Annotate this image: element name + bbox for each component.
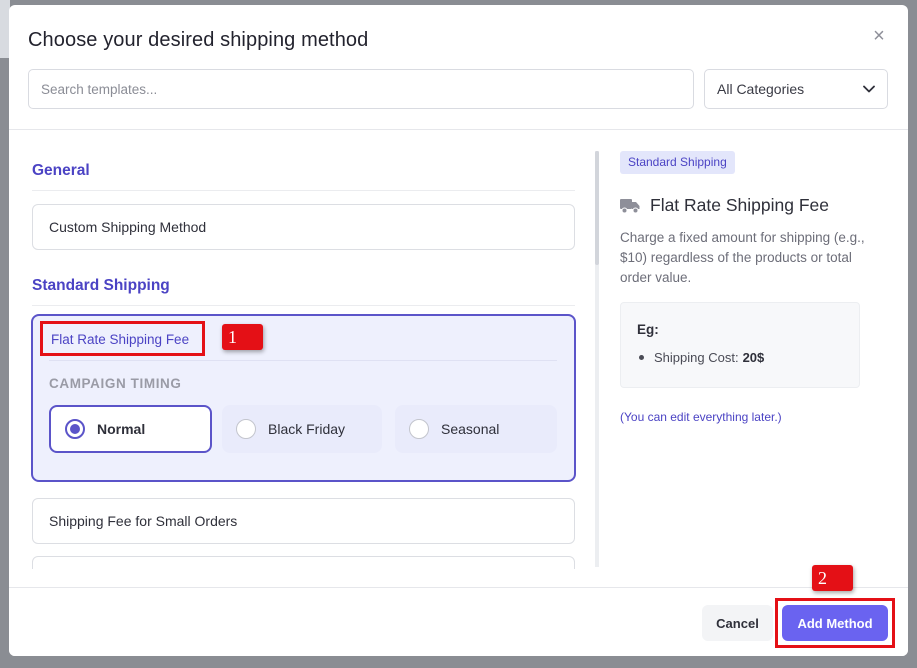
template-list[interactable]: General Custom Shipping Method Standard …	[9, 131, 601, 569]
option-label: Shipping Fee for Small Orders	[49, 513, 238, 529]
radio-checked-icon	[65, 419, 85, 439]
annotation-badge-1: 1	[222, 324, 263, 350]
example-box: Eg: Shipping Cost: 20$	[620, 302, 860, 388]
radio-unchecked-icon	[236, 419, 256, 439]
option-custom-shipping-method[interactable]: Custom Shipping Method	[32, 204, 575, 250]
scrollbar-thumb[interactable]	[595, 151, 599, 265]
section-title-general: General	[32, 162, 90, 179]
truck-icon	[620, 198, 640, 214]
campaign-timing-label: CAMPAIGN TIMING	[49, 376, 182, 391]
add-method-button[interactable]: Add Method	[782, 605, 888, 641]
modal-title: Choose your desired shipping method	[28, 29, 369, 51]
detail-title: Flat Rate Shipping Fee	[650, 195, 829, 215]
example-label: Eg:	[637, 322, 659, 337]
search-input[interactable]	[28, 69, 694, 109]
detail-description: Charge a fixed amount for shipping (e.g.…	[620, 230, 865, 285]
option-label: Custom Shipping Method	[49, 219, 207, 235]
option-shipping-fee-small-orders[interactable]: Shipping Fee for Small Orders	[32, 498, 575, 544]
timing-option-seasonal[interactable]: Seasonal	[395, 405, 557, 453]
shipping-method-modal: Choose your desired shipping method × Al…	[9, 5, 908, 656]
modal-header: Choose your desired shipping method × Al…	[9, 5, 908, 130]
template-details: Standard Shipping Flat Rate Shipping Fee…	[601, 131, 908, 569]
timing-option-black-friday[interactable]: Black Friday	[222, 405, 382, 453]
section-divider	[32, 305, 575, 306]
close-icon[interactable]: ×	[868, 25, 890, 47]
chevron-down-icon	[863, 85, 875, 93]
example-item: Shipping Cost: 20$	[639, 350, 764, 365]
card-divider	[49, 360, 557, 361]
category-tag: Standard Shipping	[620, 151, 735, 174]
category-select-value: All Categories	[717, 81, 805, 97]
category-select[interactable]: All Categories	[704, 69, 888, 109]
example-item-value: 20$	[742, 350, 765, 365]
edit-note: (You can edit everything later.)	[620, 410, 782, 424]
annotation-badge-2: 2	[812, 565, 853, 591]
section-divider	[32, 190, 575, 191]
timing-option-label: Seasonal	[441, 421, 500, 437]
option-card-partial[interactable]	[32, 556, 575, 569]
modal-footer: 2 Cancel Add Method	[9, 565, 908, 656]
timing-option-normal[interactable]: Normal	[49, 405, 212, 453]
timing-option-label: Normal	[97, 421, 146, 437]
example-item-label: Shipping Cost:	[654, 350, 739, 365]
radio-unchecked-icon	[409, 419, 429, 439]
cancel-button[interactable]: Cancel	[702, 605, 773, 641]
timing-option-label: Black Friday	[268, 421, 346, 437]
option-flat-rate-shipping-fee[interactable]: Flat Rate Shipping Fee 1 CAMPAIGN TIMING…	[31, 314, 576, 482]
section-title-standard-shipping: Standard Shipping	[32, 277, 170, 294]
annotation-highlight-box	[40, 321, 205, 356]
bullet-icon	[639, 355, 644, 360]
